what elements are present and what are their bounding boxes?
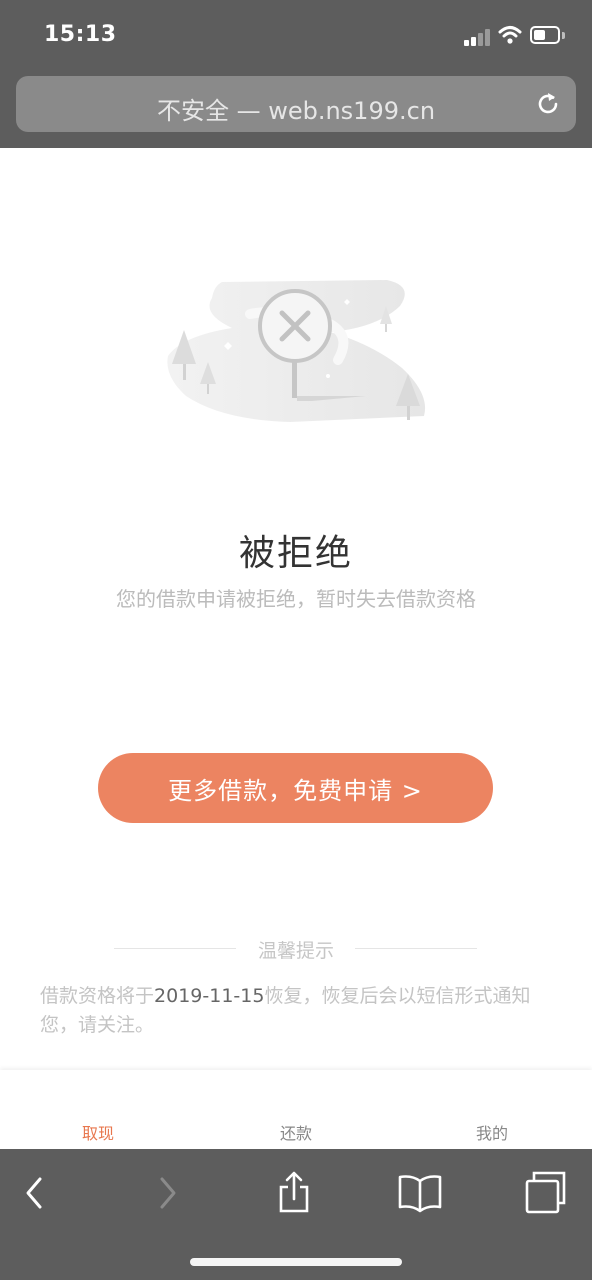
home-indicator: [190, 1258, 402, 1266]
url-text[interactable]: 不安全 — web.ns199.cn: [16, 91, 576, 126]
tab-withdraw[interactable]: 取现: [38, 1120, 158, 1144]
signal-icon: [464, 28, 492, 46]
browser-bottom-toolbar: [0, 1149, 592, 1280]
divider-right: [355, 948, 477, 949]
rejected-illustration: [167, 280, 426, 422]
book-icon[interactable]: [398, 1171, 442, 1215]
result-title: 被拒绝: [238, 533, 353, 574]
restore-date: 2019-11-15: [154, 985, 265, 1007]
tips-text-before: 借款资格将于: [40, 985, 155, 1007]
tips-header: 温馨提示: [0, 936, 592, 964]
tab-mine[interactable]: 我的: [432, 1120, 552, 1144]
battery-tip: [562, 32, 565, 39]
tips-body: 借款资格将于2019-11-15恢复，恢复后会以短信形式通知您，请关注。: [40, 982, 552, 1040]
more-loans-button[interactable]: 更多借款，免费申请 >: [98, 753, 493, 823]
result-description: 您的借款申请被拒绝，暂时失去借款资格: [116, 587, 476, 611]
tabs-icon[interactable]: [524, 1171, 568, 1215]
browser-top-chrome: 15:13 不安全 — web.ns199.cn: [0, 0, 592, 148]
chevron-right-icon[interactable]: [146, 1171, 190, 1215]
share-icon[interactable]: [272, 1171, 316, 1215]
reload-icon[interactable]: [534, 90, 562, 118]
battery-icon: [530, 26, 560, 44]
chevron-left-icon[interactable]: [14, 1171, 58, 1215]
tab-repay[interactable]: 还款: [236, 1120, 356, 1144]
tips-title: 温馨提示: [257, 940, 334, 962]
wifi-icon: [498, 26, 522, 44]
url-bar[interactable]: 不安全 — web.ns199.cn: [16, 76, 576, 132]
status-time: 15:13: [44, 22, 117, 47]
app-tab-bar: 取现 还款 我的: [0, 1070, 592, 1149]
